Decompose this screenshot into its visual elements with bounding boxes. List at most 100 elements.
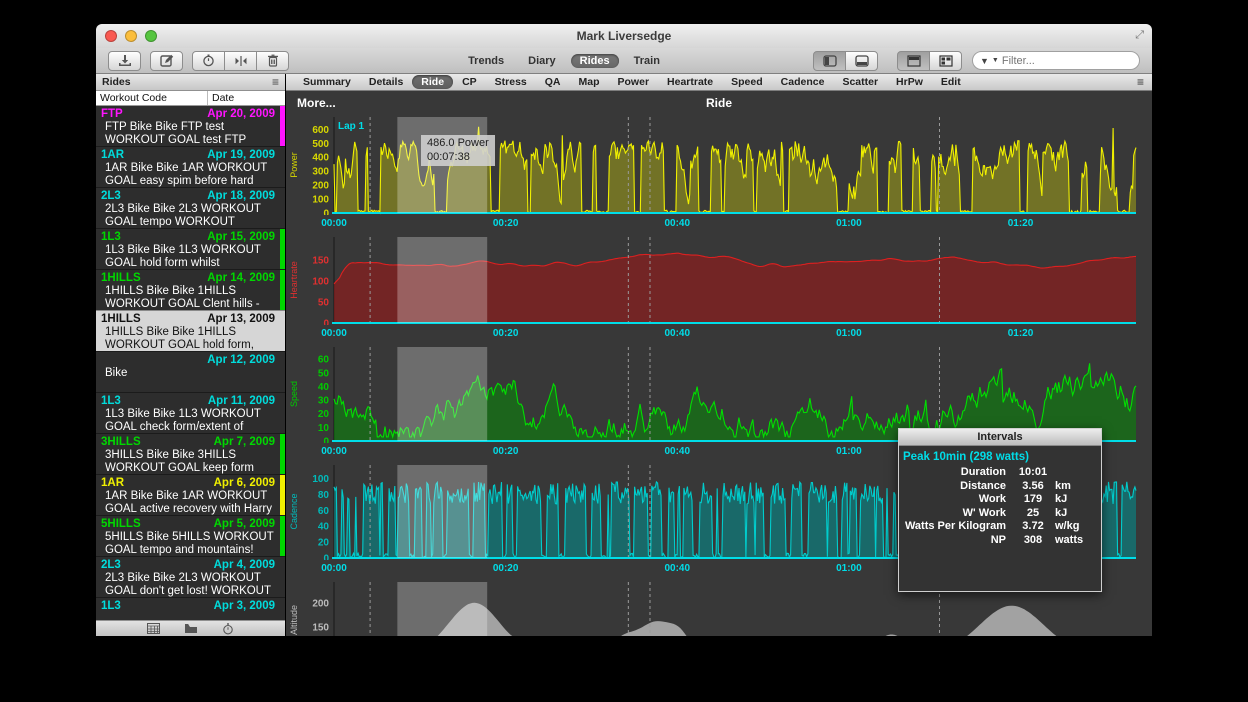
tab-edit[interactable]: Edit bbox=[932, 75, 970, 89]
rides-sidebar: Rides ≡ Workout Code Date FTPApr 20, 200… bbox=[96, 74, 286, 636]
ride-row[interactable]: 5HILLSApr 5, 20095HILLS Bike 5HILLS WORK… bbox=[96, 516, 285, 557]
lap-label: Lap 1 bbox=[338, 121, 365, 132]
ride-row[interactable]: 2L3Apr 4, 20092L3 Bike Bike 2L3 WORKOUT … bbox=[96, 557, 285, 598]
tiled-view-button[interactable] bbox=[929, 51, 962, 71]
view-tab-diary[interactable]: Diary bbox=[519, 54, 565, 68]
tab-speed[interactable]: Speed bbox=[722, 75, 772, 89]
ride-tooltip: 486.0 Power 00:07:38 bbox=[421, 135, 495, 166]
interval-stat-label: Watts Per Kilogram bbox=[903, 520, 1015, 534]
ride-row[interactable]: 1HILLSApr 14, 20091HILLS Bike Bike 1HILL… bbox=[96, 270, 285, 311]
chart-plot-power[interactable]: 0100200300400500600PowerLap 1 bbox=[286, 115, 1152, 215]
sidebar-header: Rides ≡ bbox=[96, 74, 285, 91]
tiled-view-icon bbox=[939, 55, 953, 67]
selection-region[interactable] bbox=[397, 465, 487, 558]
ride-row[interactable]: 1HILLSApr 13, 20091HILLS Bike Bike 1HILL… bbox=[96, 311, 285, 352]
tab-cp[interactable]: CP bbox=[453, 75, 486, 89]
y-tick-label: 10 bbox=[318, 423, 330, 434]
ride-row-header: FTPApr 20, 2009 bbox=[101, 108, 275, 121]
app-window: Mark Liversedge ⤢ Trends Diary Rides Train bbox=[96, 24, 1152, 636]
chart-heartrate: 050100150Heartrate bbox=[286, 235, 1152, 325]
sidebar-column-headers: Workout Code Date bbox=[96, 91, 285, 106]
filter-field[interactable]: ▼ ▼ bbox=[972, 51, 1140, 70]
ride-row[interactable]: FTPApr 20, 2009FTP Bike Bike FTP test WO… bbox=[96, 106, 285, 147]
ride-row[interactable]: 1ARApr 6, 20091AR Bike Bike 1AR WORKOUT … bbox=[96, 475, 285, 516]
tab-heartrate[interactable]: Heartrate bbox=[658, 75, 722, 89]
x-tick-label: 00:00 bbox=[321, 328, 347, 339]
column-date[interactable]: Date bbox=[208, 92, 234, 104]
interval-stopwatch-icon[interactable] bbox=[222, 623, 234, 635]
x-tick-label: 01:00 bbox=[836, 563, 862, 574]
download-button[interactable] bbox=[108, 51, 141, 71]
ride-date: Apr 12, 2009 bbox=[207, 354, 275, 367]
tabbed-view-icon bbox=[907, 55, 921, 67]
tab-power[interactable]: Power bbox=[609, 75, 659, 89]
tab-cadence[interactable]: Cadence bbox=[772, 75, 834, 89]
tab-map[interactable]: Map bbox=[570, 75, 609, 89]
window-title: Mark Liversedge bbox=[96, 29, 1152, 43]
chart-tabbar-menu-icon[interactable]: ≡ bbox=[1137, 75, 1144, 89]
ride-row[interactable]: 1L3Apr 15, 20091L3 Bike Bike 1L3 WORKOUT… bbox=[96, 229, 285, 270]
x-tick-label: 00:20 bbox=[493, 218, 519, 229]
interval-stat-unit: watts bbox=[1051, 534, 1093, 548]
view-tab-rides[interactable]: Rides bbox=[571, 54, 619, 68]
ride-date: Apr 15, 2009 bbox=[207, 231, 275, 244]
selection-region[interactable] bbox=[397, 582, 487, 636]
column-workout-code[interactable]: Workout Code bbox=[96, 91, 208, 105]
ride-row[interactable]: 2L3Apr 18, 20092L3 Bike Bike 2L3 WORKOUT… bbox=[96, 188, 285, 229]
view-tab-trends[interactable]: Trends bbox=[459, 54, 513, 68]
interval-stat-value: 179 bbox=[1015, 493, 1051, 507]
chart-plot-heartrate[interactable]: 050100150Heartrate bbox=[286, 235, 1152, 325]
ride-row[interactable]: 1L3Apr 3, 2009 bbox=[96, 598, 285, 620]
edit-ride-button[interactable] bbox=[150, 51, 183, 71]
x-tick-label: 00:20 bbox=[493, 328, 519, 339]
ride-row-header: 5HILLSApr 5, 2009 bbox=[101, 518, 275, 531]
minimize-button[interactable] bbox=[125, 30, 137, 42]
x-axis-labels: 00:0000:2000:4001:0001:20 bbox=[286, 215, 1152, 235]
ride-description: 1L3 Bike Bike 1L3 WORKOUT GOAL check for… bbox=[101, 408, 275, 434]
x-tick-label: 00:40 bbox=[664, 446, 690, 457]
intervals-button[interactable] bbox=[192, 51, 225, 71]
folder-icon[interactable] bbox=[184, 623, 198, 634]
tab-ride[interactable]: Ride bbox=[412, 75, 453, 89]
x-tick-label: 01:00 bbox=[836, 218, 862, 229]
interval-stat-row: W' Work25kJ bbox=[903, 507, 1093, 521]
zoom-button[interactable] bbox=[145, 30, 157, 42]
tabbed-view-button[interactable] bbox=[897, 51, 930, 71]
ride-row[interactable]: 1ARApr 19, 20091AR Bike Bike 1AR WORKOUT… bbox=[96, 147, 285, 188]
calendar-icon[interactable] bbox=[147, 623, 160, 634]
left-sidebar-icon bbox=[823, 55, 837, 67]
filter-dropdown-icon[interactable]: ▼ bbox=[992, 57, 999, 64]
tab-stress[interactable]: Stress bbox=[486, 75, 536, 89]
tab-scatter[interactable]: Scatter bbox=[833, 75, 887, 89]
more-button[interactable]: More... bbox=[297, 96, 336, 110]
selection-region[interactable] bbox=[397, 237, 487, 323]
ride-row-header: 1HILLSApr 13, 2009 bbox=[101, 313, 275, 326]
delete-ride-button[interactable] bbox=[256, 51, 289, 71]
traffic-lights bbox=[105, 30, 157, 42]
tab-summary[interactable]: Summary bbox=[294, 75, 360, 89]
tab-qa[interactable]: QA bbox=[536, 75, 570, 89]
sidebar-menu-icon[interactable]: ≡ bbox=[272, 75, 279, 89]
ride-row[interactable]: 3HILLSApr 7, 20093HILLS Bike Bike 3HILLS… bbox=[96, 434, 285, 475]
selection-region[interactable] bbox=[397, 347, 487, 441]
close-button[interactable] bbox=[105, 30, 117, 42]
split-ride-button[interactable] bbox=[224, 51, 257, 71]
workout-code: 1L3 bbox=[101, 395, 121, 408]
toggle-bottombar-button[interactable] bbox=[845, 51, 878, 71]
intervals-popup-title[interactable]: Intervals bbox=[899, 429, 1101, 446]
view-tab-train[interactable]: Train bbox=[625, 54, 669, 68]
tab-details[interactable]: Details bbox=[360, 75, 412, 89]
interval-stat-row: Duration10:01 bbox=[903, 466, 1093, 480]
ride-date: Apr 3, 2009 bbox=[214, 600, 275, 613]
interval-stat-label: Duration bbox=[903, 466, 1015, 480]
tab-hrpw[interactable]: HrPw bbox=[887, 75, 932, 89]
x-tick-label: 00:20 bbox=[493, 563, 519, 574]
filter-input[interactable] bbox=[1002, 55, 1112, 67]
toggle-sidebar-button[interactable] bbox=[813, 51, 846, 71]
ride-row[interactable]: 1L3Apr 11, 20091L3 Bike Bike 1L3 WORKOUT… bbox=[96, 393, 285, 434]
toolbar-right: ▼ ▼ bbox=[804, 51, 1140, 71]
ride-row[interactable]: Apr 12, 2009Bike bbox=[96, 352, 285, 393]
main-panel: SummaryDetailsRideCPStressQAMapPowerHear… bbox=[286, 74, 1152, 636]
intervals-popup[interactable]: Intervals Peak 10min (298 watts) Duratio… bbox=[898, 428, 1102, 592]
resize-icon[interactable]: ⤢ bbox=[1135, 29, 1144, 42]
